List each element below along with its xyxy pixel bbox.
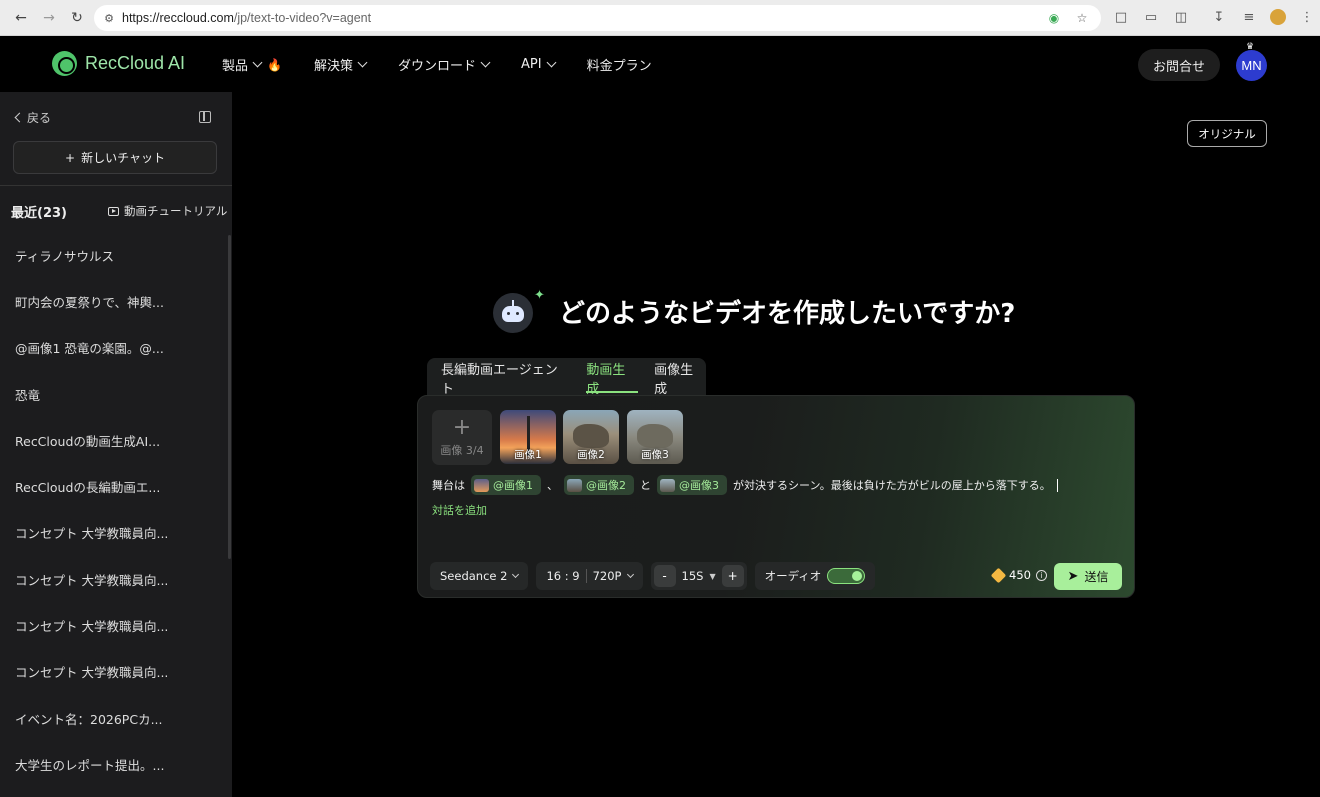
- generation-options: Seedance 2 16 : 9 720P - 15S ▼ + オーディオ: [430, 562, 876, 590]
- logo-text: RecCloud AI: [85, 53, 186, 73]
- image-thumbnail[interactable]: 画像3: [627, 410, 683, 464]
- history-item[interactable]: @画像1 恐竜の楽園。@...: [0, 325, 228, 371]
- nav-products[interactable]: 製品 🔥: [222, 55, 282, 75]
- site-header: RecCloud AI 製品 🔥 解決策 ダウンロード API 料金プラン お問合…: [0, 37, 1320, 92]
- page-title: どのようなビデオを作成したいですか?: [559, 298, 1016, 329]
- video-play-icon: [108, 206, 119, 216]
- back-link[interactable]: 戻る: [12, 109, 51, 126]
- nav-solutions[interactable]: 解決策: [314, 55, 368, 74]
- cast-icon[interactable]: ▭: [1142, 8, 1160, 26]
- address-bar[interactable]: ⚙ https://reccloud.com/jp/text-to-video?…: [94, 5, 1101, 31]
- site-settings-icon[interactable]: ⚙: [100, 12, 118, 25]
- add-dialogue-link[interactable]: 対話を追加: [432, 502, 487, 518]
- paper-plane-icon: ➤: [1067, 569, 1079, 584]
- chevron-down-icon: [252, 57, 263, 68]
- image-thumbnail[interactable]: 画像2: [563, 410, 619, 464]
- divider: [0, 185, 232, 186]
- sidebar: 戻る + 新しいチャット 最近(23) 動画チュートリアル ティラノサウルス 町…: [0, 92, 232, 797]
- robot-icon: [493, 293, 533, 333]
- history-item[interactable]: コンセプト 大学教職員向...: [0, 556, 228, 602]
- nav-api[interactable]: API: [521, 55, 557, 74]
- chevron-down-icon: [546, 57, 557, 68]
- bookmark-star-icon[interactable]: ☆: [1073, 9, 1091, 27]
- duration-value[interactable]: 15S: [682, 569, 704, 583]
- menu-kebab-icon[interactable]: ⋮: [1298, 8, 1316, 26]
- mode-tabs: 長編動画エージェント 動画生成 画像生成: [427, 358, 706, 398]
- image-mention-chip[interactable]: @画像3: [657, 475, 727, 495]
- reload-icon[interactable]: ↻: [66, 7, 88, 29]
- history-item[interactable]: コンセプト 大学教職員向...: [0, 510, 228, 556]
- plus-icon: +: [452, 414, 472, 440]
- history-item[interactable]: イベント名：2026PCカ...: [0, 695, 228, 741]
- sidebar-scrollbar[interactable]: [228, 235, 231, 559]
- puzzle-extensions-icon[interactable]: ◫: [1172, 8, 1190, 26]
- nav-download[interactable]: ダウンロード: [398, 55, 491, 74]
- caret-down-icon: ▼: [709, 571, 716, 581]
- nav-pricing[interactable]: 料金プラン: [587, 55, 652, 74]
- user-avatar[interactable]: MN: [1236, 50, 1267, 81]
- gem-icon: [990, 567, 1007, 583]
- text-cursor: [1056, 478, 1058, 492]
- prompt-input[interactable]: 舞台は @画像1 、 @画像2 と @画像3 が対決するシーン。最後は負けた方が…: [432, 475, 1122, 495]
- profile-avatar-icon[interactable]: [1270, 9, 1286, 25]
- history-item[interactable]: 町内会の夏祭りで、神輿...: [0, 278, 228, 324]
- hero: どのようなビデオを作成したいですか?: [493, 289, 1015, 333]
- browser-toolbar: ← → ↻ ⚙ https://reccloud.com/jp/text-to-…: [0, 0, 1320, 36]
- tab-video-generation[interactable]: 動画生成: [586, 358, 639, 398]
- history-item[interactable]: 恐竜: [0, 371, 228, 417]
- increase-duration-button[interactable]: +: [721, 565, 744, 587]
- original-button[interactable]: オリジナル: [1187, 120, 1267, 147]
- model-select[interactable]: Seedance 2: [430, 562, 529, 590]
- image-mention-chip[interactable]: @画像1: [471, 475, 541, 495]
- duration-stepper: - 15S ▼ +: [650, 562, 747, 590]
- url-text: https://reccloud.com/jp/text-to-video?v=…: [122, 11, 372, 25]
- logo-icon: [52, 51, 77, 76]
- audio-toggle[interactable]: [827, 568, 866, 584]
- prompt-composer: + 画像 3/4 画像1 画像2 画像3 舞台は @画像1 、 @画像2 と @…: [417, 395, 1135, 598]
- audio-toggle-group: オーディオ: [754, 562, 876, 590]
- download-icon[interactable]: ↧: [1210, 8, 1228, 26]
- fire-icon: 🔥: [267, 57, 282, 72]
- ratio-resolution-select[interactable]: 16 : 9 720P: [536, 562, 643, 590]
- send-button[interactable]: ➤ 送信: [1054, 563, 1122, 590]
- credits-display: 450 i: [990, 567, 1047, 583]
- info-icon[interactable]: i: [1035, 569, 1047, 581]
- forward-arrow-icon[interactable]: →: [38, 7, 60, 29]
- history-item[interactable]: RecCloudの長編動画エ...: [0, 463, 228, 509]
- tab-image-generation[interactable]: 画像生成: [654, 358, 706, 398]
- extension-blank-icon[interactable]: □: [1112, 8, 1130, 26]
- history-list: ティラノサウルス 町内会の夏祭りで、神輿... @画像1 恐竜の楽園。@... …: [0, 232, 228, 788]
- chevron-down-icon: [626, 570, 634, 579]
- contact-button[interactable]: お問合せ: [1138, 49, 1220, 81]
- back-arrow-icon[interactable]: ←: [10, 7, 32, 29]
- history-item[interactable]: コンセプト 大学教職員向...: [0, 602, 228, 648]
- chevron-down-icon: [357, 57, 368, 68]
- plus-icon: +: [65, 150, 76, 165]
- history-item[interactable]: ティラノサウルス: [0, 232, 228, 278]
- history-item[interactable]: RecCloudの動画生成AI...: [0, 417, 228, 463]
- top-nav: 製品 🔥 解決策 ダウンロード API 料金プラン: [222, 55, 684, 74]
- image-thumbnail[interactable]: 画像1: [500, 410, 556, 464]
- collapse-sidebar-icon[interactable]: [199, 111, 211, 123]
- logo[interactable]: RecCloud AI: [52, 51, 185, 76]
- image-mention-chip[interactable]: @画像2: [564, 475, 634, 495]
- recent-title: 最近(23): [11, 206, 67, 221]
- chevron-down-icon: [512, 570, 520, 579]
- add-image-button[interactable]: + 画像 3/4: [432, 410, 492, 465]
- decrease-duration-button[interactable]: -: [653, 565, 676, 587]
- reading-list-icon[interactable]: ≡: [1240, 8, 1258, 26]
- history-item[interactable]: コンセプト 大学教職員向...: [0, 649, 228, 695]
- new-chat-button[interactable]: + 新しいチャット: [13, 141, 217, 174]
- tab-long-video-agent[interactable]: 長編動画エージェント: [441, 358, 570, 398]
- chevron-left-icon: [14, 112, 25, 123]
- extension-green-icon[interactable]: ◉: [1045, 9, 1063, 27]
- video-tutorial-link[interactable]: 動画チュートリアル: [108, 203, 227, 219]
- history-item[interactable]: 大学生のレポート提出。...: [0, 741, 228, 787]
- chevron-down-icon: [480, 57, 491, 68]
